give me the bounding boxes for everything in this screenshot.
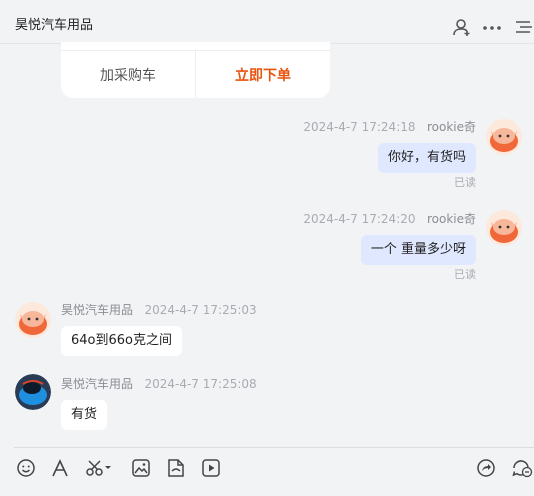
sender-name: 昊悦汽车用品	[61, 303, 134, 317]
quick-reply-icon[interactable]	[511, 458, 534, 478]
sender-name: rookie奇	[426, 212, 476, 226]
message-bubble: 你好，有货吗	[377, 143, 476, 173]
chat-title: 昊悦汽车用品	[15, 18, 94, 33]
message-bubble: 一个 重量多少呀	[360, 235, 476, 265]
message-bubble: 64o到66o克之间	[61, 326, 182, 356]
message-time: 2024-4-7 17:24:20	[303, 212, 416, 226]
message-meta: 2024-4-7 17:24:18 rookie奇	[303, 120, 476, 134]
avatar[interactable]	[486, 210, 522, 246]
message-time: 2024-4-7 17:24:18	[303, 120, 416, 134]
toolbar-divider	[14, 447, 534, 448]
message-time: 2024-4-7 17:25:08	[144, 377, 257, 391]
share-icon[interactable]	[476, 458, 496, 478]
image-icon[interactable]	[131, 458, 151, 478]
avatar[interactable]	[486, 119, 522, 155]
sender-name: rookie奇	[426, 120, 476, 134]
message-bubble: 有货	[61, 400, 108, 430]
message-meta: 昊悦汽车用品 2024-4-7 17:25:08	[61, 377, 257, 391]
font-icon[interactable]	[50, 458, 70, 478]
buy-now-button[interactable]: 立即下单	[196, 51, 330, 98]
add-to-cart-button[interactable]: 加采购车	[61, 51, 195, 98]
emoji-icon[interactable]	[16, 458, 36, 478]
product-card: 加采购车 立即下单	[61, 42, 330, 98]
message-meta: 2024-4-7 17:24:20 rookie奇	[303, 212, 476, 226]
video-icon[interactable]	[201, 458, 221, 478]
read-status: 已读	[454, 268, 476, 281]
avatar[interactable]	[15, 374, 51, 410]
message-meta: 昊悦汽车用品 2024-4-7 17:25:03	[61, 303, 257, 317]
chat-header: 昊悦汽车用品	[0, 0, 534, 44]
sender-name: 昊悦汽车用品	[61, 377, 134, 391]
more-icon[interactable]	[482, 17, 502, 37]
read-status: 已读	[454, 176, 476, 189]
list-icon[interactable]	[514, 17, 534, 37]
scissors-icon[interactable]	[85, 458, 113, 478]
message-time: 2024-4-7 17:25:03	[144, 303, 257, 317]
avatar[interactable]	[15, 302, 51, 338]
add-contact-icon[interactable]	[452, 17, 472, 37]
file-icon[interactable]	[166, 458, 186, 478]
